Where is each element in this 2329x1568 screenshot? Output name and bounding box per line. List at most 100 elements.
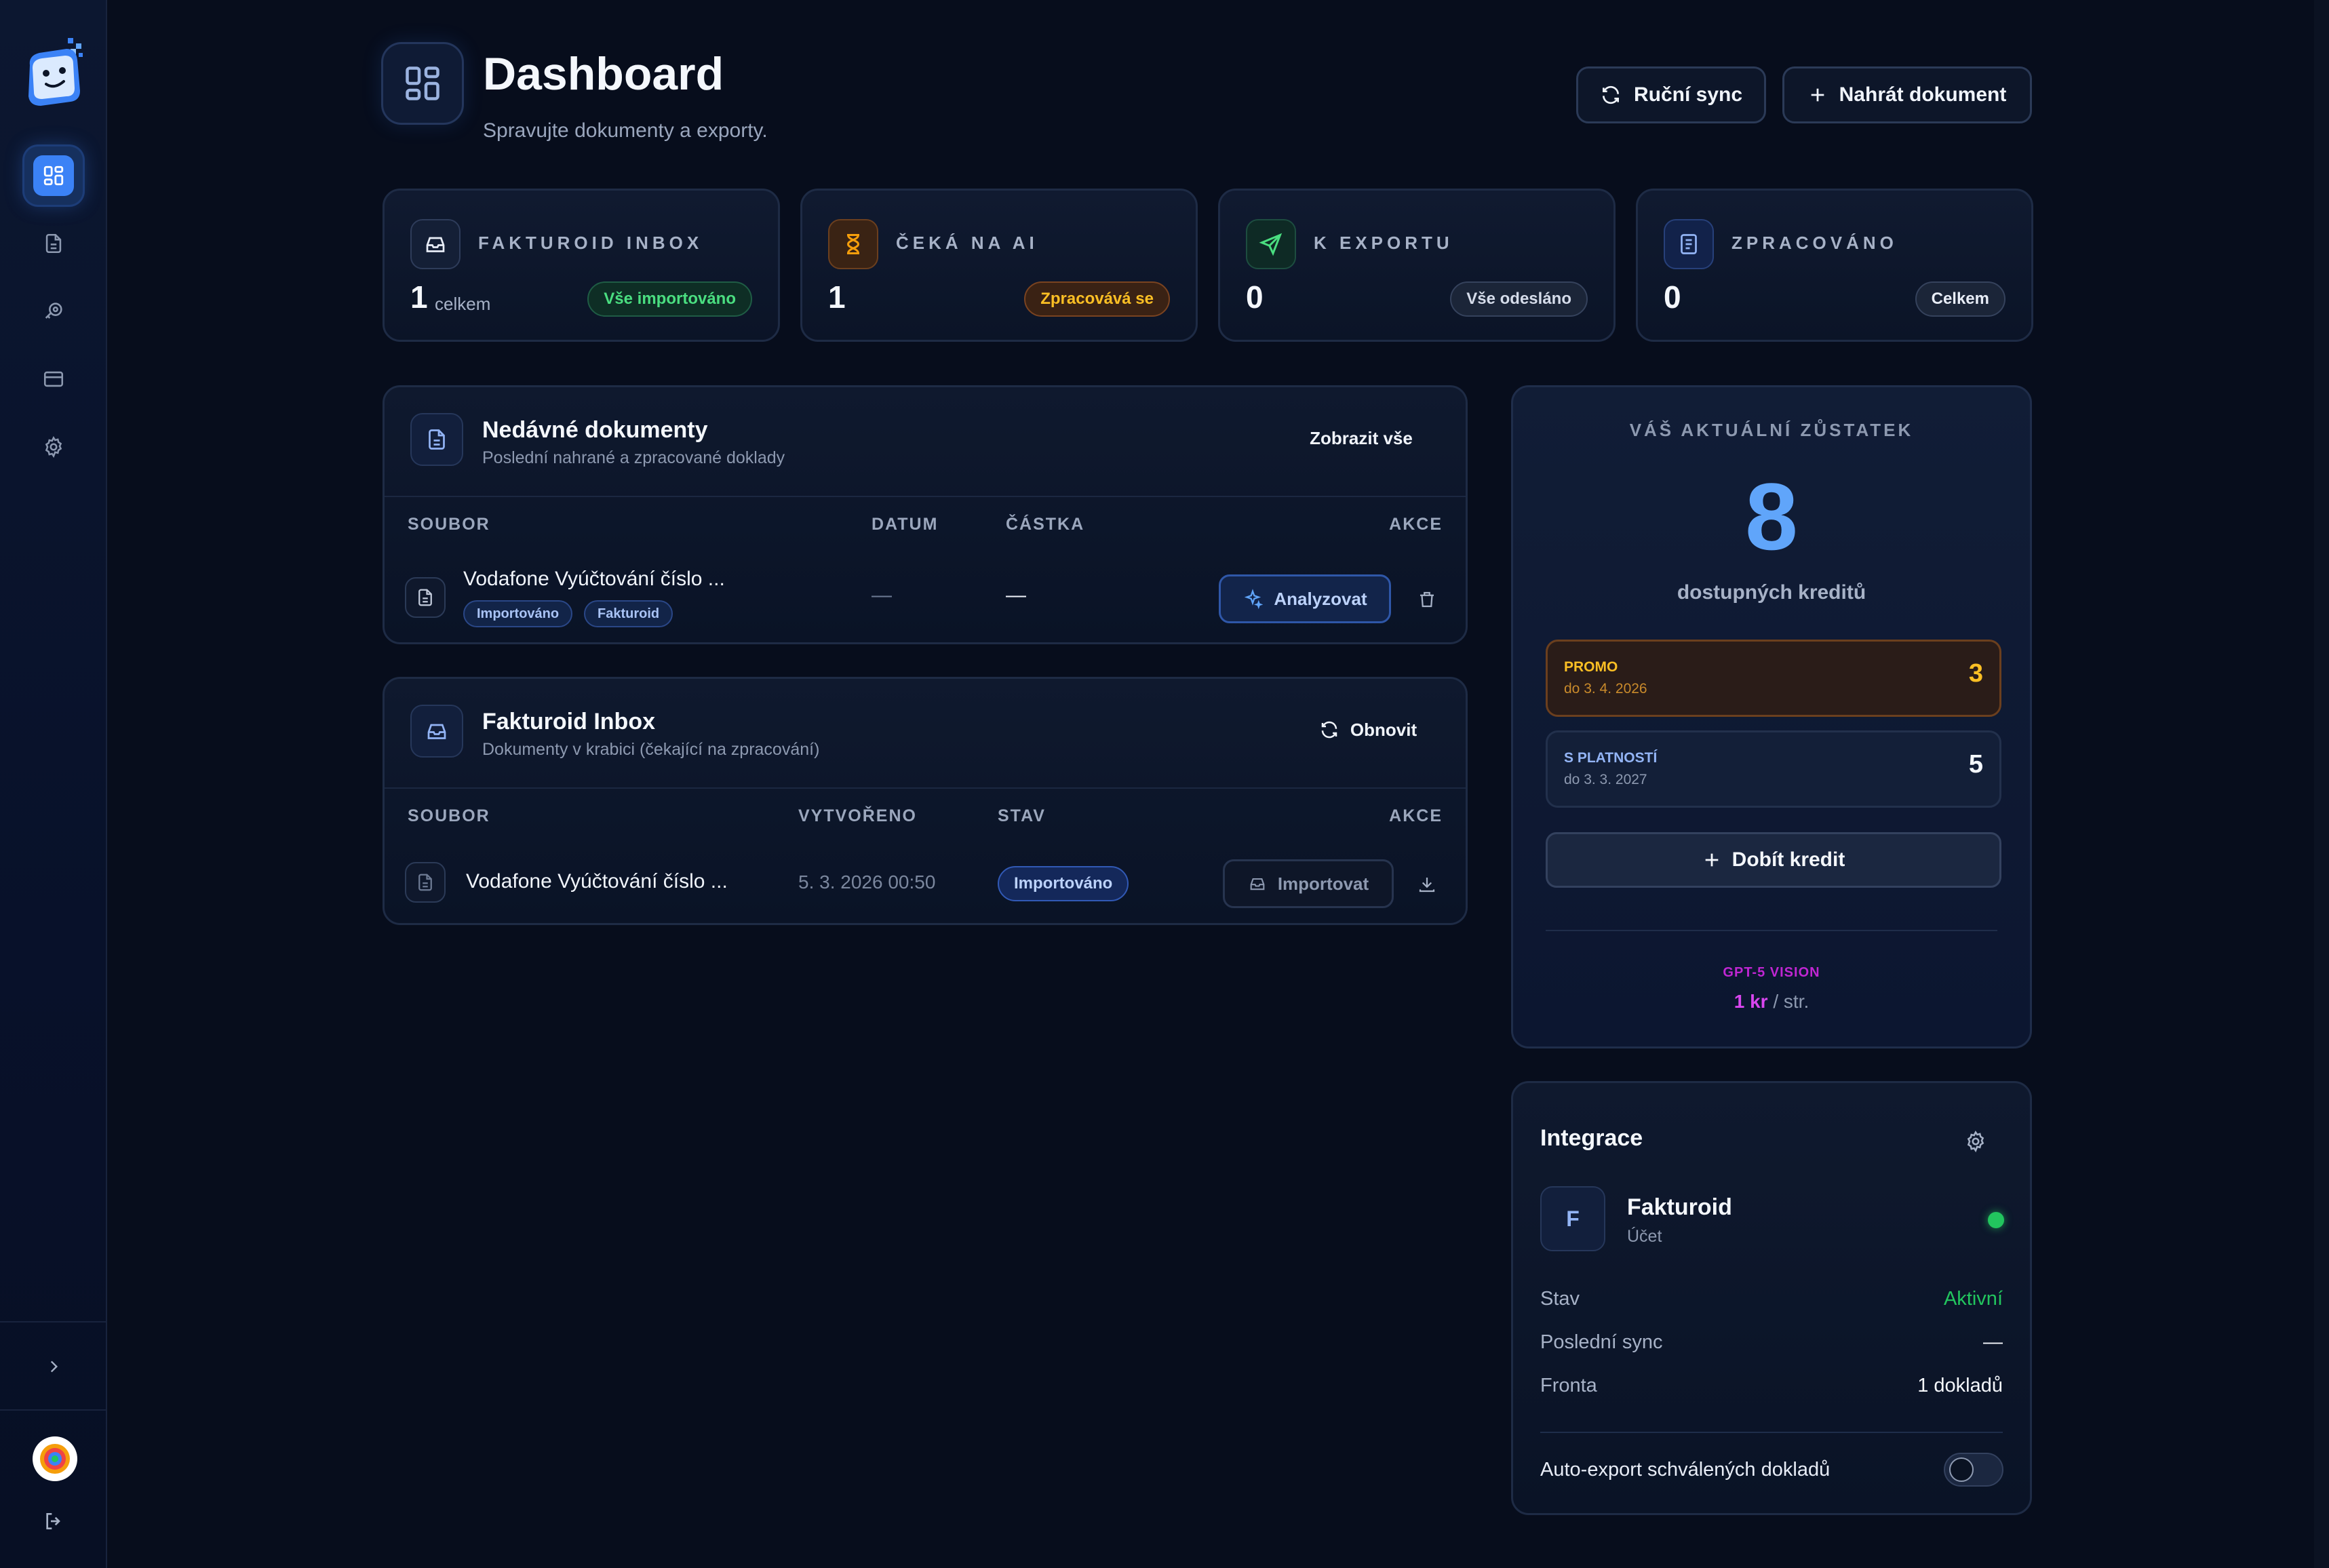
- scrollbar[interactable]: [2314, 0, 2329, 1568]
- tier-name: PROMO: [1564, 659, 1618, 675]
- manual-sync-button[interactable]: Ruční sync: [1576, 66, 1766, 123]
- divider: [1540, 1432, 2003, 1433]
- credit-caption: dostupných kreditů: [1677, 581, 1866, 604]
- avatar-image: [40, 1444, 70, 1474]
- file-name[interactable]: Vodafone Vyúčtování číslo ...: [466, 870, 728, 893]
- page-icon: [381, 42, 464, 125]
- inbox-icon: [1250, 878, 1265, 890]
- avatar[interactable]: [33, 1436, 77, 1481]
- topup-button[interactable]: Dobít kredit: [1546, 832, 2001, 888]
- col-header-file: SOUBOR: [408, 806, 490, 825]
- credit-value: 8: [1745, 463, 1798, 570]
- inbox-icon: [410, 705, 463, 758]
- col-header-actions: AKCE: [1389, 806, 1443, 825]
- nav-settings[interactable]: [24, 418, 83, 476]
- link-icon: [45, 302, 62, 319]
- tier-promo: PROMO do 3. 4. 2026 3: [1546, 640, 2001, 717]
- sidebar-divider: [0, 1409, 107, 1411]
- show-all-button[interactable]: Zobrazit vše: [1300, 417, 1422, 459]
- file-name[interactable]: Vodafone Vyúčtování číslo ...: [463, 568, 725, 591]
- refresh-icon: [1602, 85, 1619, 104]
- tier-validity: S PLATNOSTÍ do 3. 3. 2027 5: [1546, 730, 2001, 808]
- divider: [385, 496, 1466, 497]
- tier-valid: do 3. 3. 2027: [1564, 772, 1647, 787]
- tier-valid: do 3. 4. 2026: [1564, 681, 1647, 697]
- stat-unit: celkem: [435, 294, 491, 314]
- dashboard-icon: [33, 155, 74, 196]
- stat-value: 1: [828, 279, 846, 315]
- info-value: 1 dokladů: [1917, 1375, 2003, 1396]
- tag-fakturoid: Fakturoid: [584, 600, 673, 627]
- stat-card-fakturoid-inbox: FAKTUROID INBOX 1 celkem Vše importováno: [383, 189, 780, 342]
- stat-label: ČEKÁ NA AI: [896, 233, 1038, 253]
- divider: [1546, 930, 1997, 931]
- integration-avatar: F: [1540, 1186, 1605, 1251]
- upload-document-button[interactable]: Nahrát dokument: [1782, 66, 2032, 123]
- integration-settings-button[interactable]: [1955, 1121, 1996, 1162]
- trash-icon: [1420, 591, 1434, 608]
- logout-button[interactable]: [24, 1492, 83, 1550]
- integration-panel: Integrace F Fakturoid Účet Stav Aktivní …: [1511, 1081, 2032, 1515]
- gear-icon: [45, 436, 62, 458]
- model-name: GPT-5 VISION: [1723, 965, 1820, 980]
- analyze-label: Analyzovat: [1274, 588, 1367, 609]
- credit-balance-card: VÁŠ AKTUÁLNÍ ZŮSTATEK 8 dostupných kredi…: [1511, 385, 2032, 1048]
- upload-document-label: Nahrát dokument: [1839, 83, 2007, 106]
- stat-value: 0: [1246, 279, 1264, 315]
- gear-icon: [1967, 1131, 1984, 1153]
- stat-value: 0: [1664, 279, 1681, 315]
- recent-documents-panel: Nedávné dokumenty Poslední nahrané a zpr…: [383, 385, 1468, 644]
- nav-dashboard[interactable]: [24, 146, 83, 205]
- download-button[interactable]: [1409, 866, 1445, 903]
- send-icon: [1246, 219, 1296, 269]
- col-header-actions: AKCE: [1389, 515, 1443, 534]
- logout-icon: [46, 1513, 60, 1529]
- file-icon: [405, 577, 446, 618]
- tier-name: S PLATNOSTÍ: [1564, 750, 1658, 766]
- price-unit: / str.: [1773, 991, 1809, 1012]
- info-value: —: [1983, 1331, 2003, 1353]
- import-button[interactable]: Importovat: [1223, 859, 1394, 908]
- analyze-button[interactable]: Analyzovat: [1219, 574, 1391, 623]
- tag-imported: Importováno: [463, 600, 573, 627]
- page-title: Dashboard: [483, 48, 724, 100]
- import-label: Importovat: [1277, 873, 1369, 894]
- delete-button[interactable]: [1409, 581, 1445, 618]
- auto-export-toggle[interactable]: [1944, 1453, 2003, 1487]
- date-value: —: [872, 584, 892, 606]
- sidebar-divider: [0, 1321, 107, 1322]
- download-icon: [1419, 878, 1435, 893]
- panel-title: Fakturoid Inbox: [482, 709, 655, 734]
- nav-documents[interactable]: [24, 214, 83, 273]
- sidebar-expand-button[interactable]: [24, 1337, 83, 1396]
- panel-title: Nedávné dokumenty: [482, 417, 708, 443]
- refresh-button[interactable]: Obnovit: [1307, 709, 1429, 751]
- nav-integrations[interactable]: [24, 282, 83, 340]
- status-badge: Importováno: [998, 866, 1129, 901]
- panel-subtitle: Poslední nahrané a zpracované doklady: [482, 448, 785, 467]
- tier-amount: 3: [1968, 659, 1983, 688]
- col-header-created: VYTVOŘENO: [798, 806, 917, 825]
- sidebar: [0, 0, 107, 1568]
- plus-icon: [1811, 88, 1824, 102]
- refresh-label: Obnovit: [1350, 719, 1417, 740]
- page-subtitle: Spravujte dokumenty a exporty.: [483, 119, 768, 142]
- app-logo[interactable]: [23, 38, 85, 109]
- info-label: Stav: [1540, 1288, 1580, 1310]
- status-badge: Celkem: [1915, 281, 2005, 317]
- integration-title: Integrace: [1540, 1125, 1643, 1151]
- info-label: Fronta: [1540, 1375, 1597, 1396]
- info-label: Poslední sync: [1540, 1331, 1663, 1353]
- nav-billing[interactable]: [24, 350, 83, 408]
- document-icon: [410, 413, 463, 466]
- auto-export-label: Auto-export schválených dokladů: [1540, 1459, 1831, 1481]
- divider: [385, 787, 1466, 789]
- stat-label: K EXPORTU: [1314, 233, 1453, 253]
- dashboard-icon: [406, 66, 439, 100]
- stat-value: 1: [410, 279, 428, 315]
- file-icon: [405, 862, 446, 903]
- refresh-icon: [1321, 721, 1337, 739]
- col-header-amount: ČÁSTKA: [1006, 515, 1085, 534]
- panel-subtitle: Dokumenty v krabici (čekající na zpracov…: [482, 740, 820, 759]
- hourglass-icon: [828, 219, 878, 269]
